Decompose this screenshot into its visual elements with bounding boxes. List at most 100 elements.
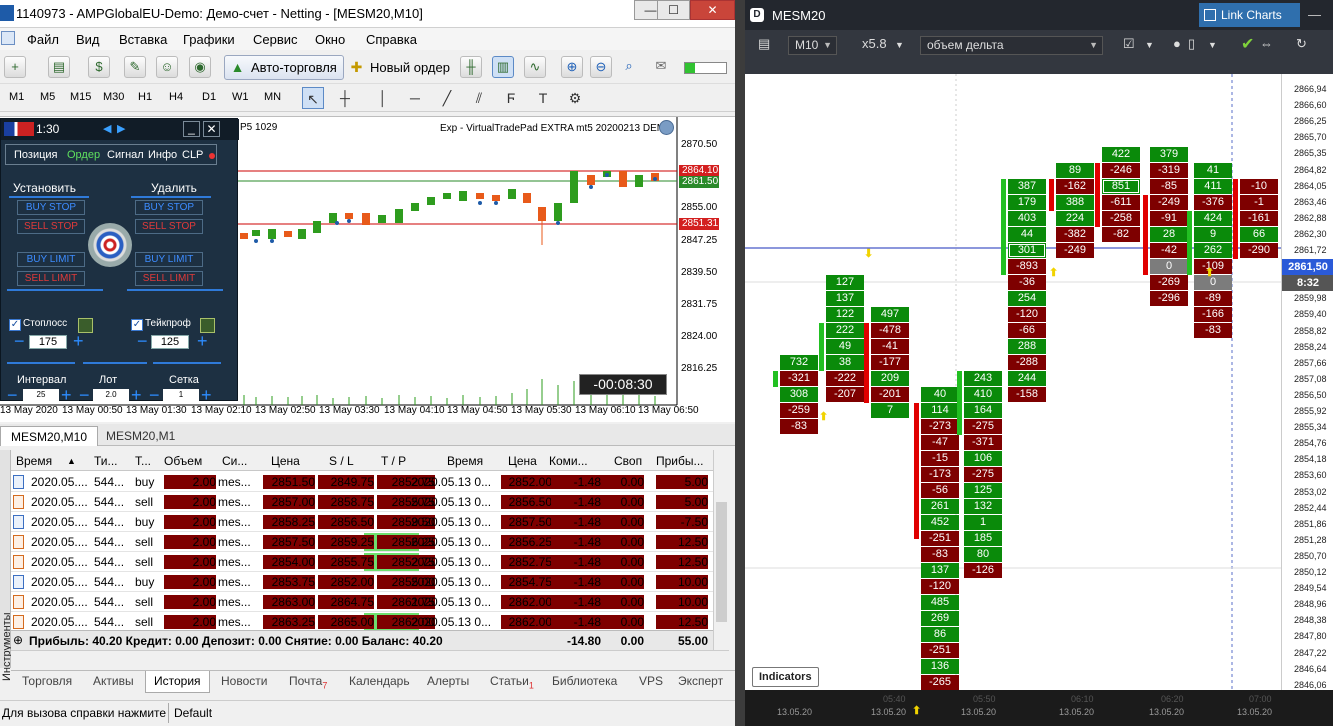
col-close-time[interactable]: Время: [447, 454, 483, 468]
toolbox-tab-0[interactable]: Торговля: [22, 674, 72, 688]
del-sell-limit-button[interactable]: SELL LIMIT: [135, 271, 203, 286]
footprint-cell[interactable]: 137: [826, 291, 864, 306]
footprint-cell[interactable]: 1: [964, 515, 1002, 530]
footprint-cell[interactable]: 80: [964, 547, 1002, 562]
footprint-cell[interactable]: -382: [1056, 227, 1094, 242]
chart-doc-icon[interactable]: [1, 31, 15, 45]
zoom-in-icon[interactable]: ⊕: [561, 56, 583, 78]
footprint-cell[interactable]: 179: [1008, 195, 1046, 210]
trendline-icon[interactable]: ╱: [436, 87, 458, 109]
footprint-cell[interactable]: 209: [871, 371, 909, 386]
line-chart-icon[interactable]: ∿: [524, 56, 546, 78]
footprint-cell[interactable]: -56: [921, 483, 959, 498]
footprint-cell[interactable]: -246: [1102, 163, 1140, 178]
horizontal-line-icon[interactable]: ─: [404, 87, 426, 109]
footprint-cell[interactable]: -91: [1150, 211, 1188, 226]
footprint-cell[interactable]: 137: [921, 563, 959, 578]
vtp-tab-signal[interactable]: Сигнал: [107, 149, 144, 161]
table-row[interactable]: 2020.05.... 544... sell 2.00 mes... 2857.00 28…: [11, 492, 713, 512]
footprint-cell[interactable]: -120: [921, 579, 959, 594]
table-horizontal-scrollbar[interactable]: [11, 650, 729, 667]
toolbox-tab-1[interactable]: Активы: [93, 674, 134, 688]
footprint-cell[interactable]: 136: [921, 659, 959, 674]
footprint-cell[interactable]: 28: [1150, 227, 1188, 242]
toolbox-icon[interactable]: ☺: [156, 56, 178, 78]
footprint-cell[interactable]: -321: [780, 371, 818, 386]
col-time[interactable]: Время: [16, 454, 52, 468]
footprint-cell[interactable]: 387: [1008, 179, 1046, 194]
navigator-icon[interactable]: ✎: [124, 56, 146, 78]
menu-help[interactable]: Справка: [366, 32, 417, 47]
footprint-cell[interactable]: -319: [1150, 163, 1188, 178]
vtp-tab-order[interactable]: Ордер: [67, 149, 100, 161]
footprint-cell[interactable]: -177: [871, 355, 909, 370]
footprint-cell[interactable]: 243: [964, 371, 1002, 386]
table-row[interactable]: 2020.05.... 544... sell 2.00 mes... 2863.00 28…: [11, 592, 713, 612]
footprint-cell[interactable]: -126: [964, 563, 1002, 578]
market-watch-icon[interactable]: $: [88, 56, 110, 78]
footprint-cell[interactable]: -207: [826, 387, 864, 402]
footprint-cell[interactable]: 452: [921, 515, 959, 530]
footprint-cell[interactable]: -273: [921, 419, 959, 434]
footprint-cell[interactable]: 44: [1008, 227, 1046, 242]
table-row[interactable]: 2020.05.... 544... sell 2.00 mes... 2863.25 28…: [11, 612, 713, 632]
set-buy-stop-button[interactable]: BUY STOP: [17, 200, 85, 215]
col-commission[interactable]: Коми...: [549, 454, 588, 468]
footprint-cell[interactable]: -611: [1102, 195, 1140, 210]
profiles-icon[interactable]: ▤: [48, 56, 70, 78]
bar-chart-icon[interactable]: ╫: [460, 56, 482, 78]
footprint-cell[interactable]: -83: [780, 419, 818, 434]
lot-plus-button[interactable]: +: [131, 386, 142, 404]
col-price[interactable]: Цена: [271, 454, 300, 468]
menu-insert[interactable]: Вставка: [119, 32, 167, 47]
footprint-cell[interactable]: -161: [1240, 211, 1278, 226]
vtp-tab-clp[interactable]: CLP: [182, 149, 203, 161]
chevron-down-icon[interactable]: ▼: [1145, 40, 1154, 50]
footprint-cell[interactable]: -166: [1194, 307, 1232, 322]
cluster-mode-select[interactable]: объем дельта ▼: [920, 36, 1103, 55]
expand-icon[interactable]: ⊕: [13, 633, 23, 647]
footprint-cell[interactable]: -15: [921, 451, 959, 466]
footprint-cell[interactable]: 422: [1102, 147, 1140, 162]
footprint-cell[interactable]: -82: [1102, 227, 1140, 242]
footprint-cell[interactable]: 497: [871, 307, 909, 322]
chart-tab-m10[interactable]: MESM20,M10: [0, 426, 99, 446]
footprint-cell[interactable]: -36: [1008, 275, 1046, 290]
timeframe-select[interactable]: M10 ▼: [788, 36, 837, 55]
footprint-cell[interactable]: 851: [1102, 179, 1140, 194]
candles-icon[interactable]: ▥: [492, 56, 514, 78]
zoom-out-icon[interactable]: ⊖: [590, 56, 612, 78]
footprint-cell[interactable]: 732: [780, 355, 818, 370]
footprint-cell[interactable]: 254: [1008, 291, 1046, 306]
footprint-cell[interactable]: -258: [1102, 211, 1140, 226]
footprint-cell[interactable]: -249: [1150, 195, 1188, 210]
expert-hat-icon[interactable]: [659, 120, 674, 135]
footprint-cell[interactable]: -158: [1008, 387, 1046, 402]
grid-plus-button[interactable]: +: [201, 386, 212, 404]
interval-minus-button[interactable]: −: [7, 386, 18, 404]
footprint-cell[interactable]: 485: [921, 595, 959, 610]
col-sl[interactable]: S / L: [329, 454, 354, 468]
search-icon[interactable]: ⌕: [618, 56, 640, 78]
menu-file[interactable]: Файл: [27, 32, 59, 47]
col-type[interactable]: Т...: [135, 454, 151, 468]
footprint-cell[interactable]: -42: [1150, 243, 1188, 258]
history-table[interactable]: Время ▲ Ти... Т... Объем Си... Цена S / …: [11, 450, 713, 650]
tf-m30[interactable]: M30: [103, 91, 124, 103]
footprint-cell[interactable]: -371: [964, 435, 1002, 450]
grid-minus-button[interactable]: −: [149, 386, 160, 404]
footprint-cell[interactable]: 224: [1056, 211, 1094, 226]
footprint-cell[interactable]: 288: [1008, 339, 1046, 354]
footprint-cell[interactable]: 388: [1056, 195, 1094, 210]
cursor-icon[interactable]: ↖: [302, 87, 324, 109]
footprint-cell[interactable]: 106: [964, 451, 1002, 466]
toolbox-tab-8[interactable]: Библиотека: [552, 674, 617, 688]
toolbox-tab-6[interactable]: Алерты: [427, 674, 469, 688]
footprint-cell[interactable]: 132: [964, 499, 1002, 514]
footprint-cell[interactable]: 38: [826, 355, 864, 370]
tf-w1[interactable]: W1: [232, 91, 249, 103]
footprint-cell[interactable]: 261: [921, 499, 959, 514]
indicators-button[interactable]: Indicators: [752, 667, 819, 687]
set-sell-limit-button[interactable]: SELL LIMIT: [17, 271, 85, 286]
text-icon[interactable]: T: [532, 87, 554, 109]
